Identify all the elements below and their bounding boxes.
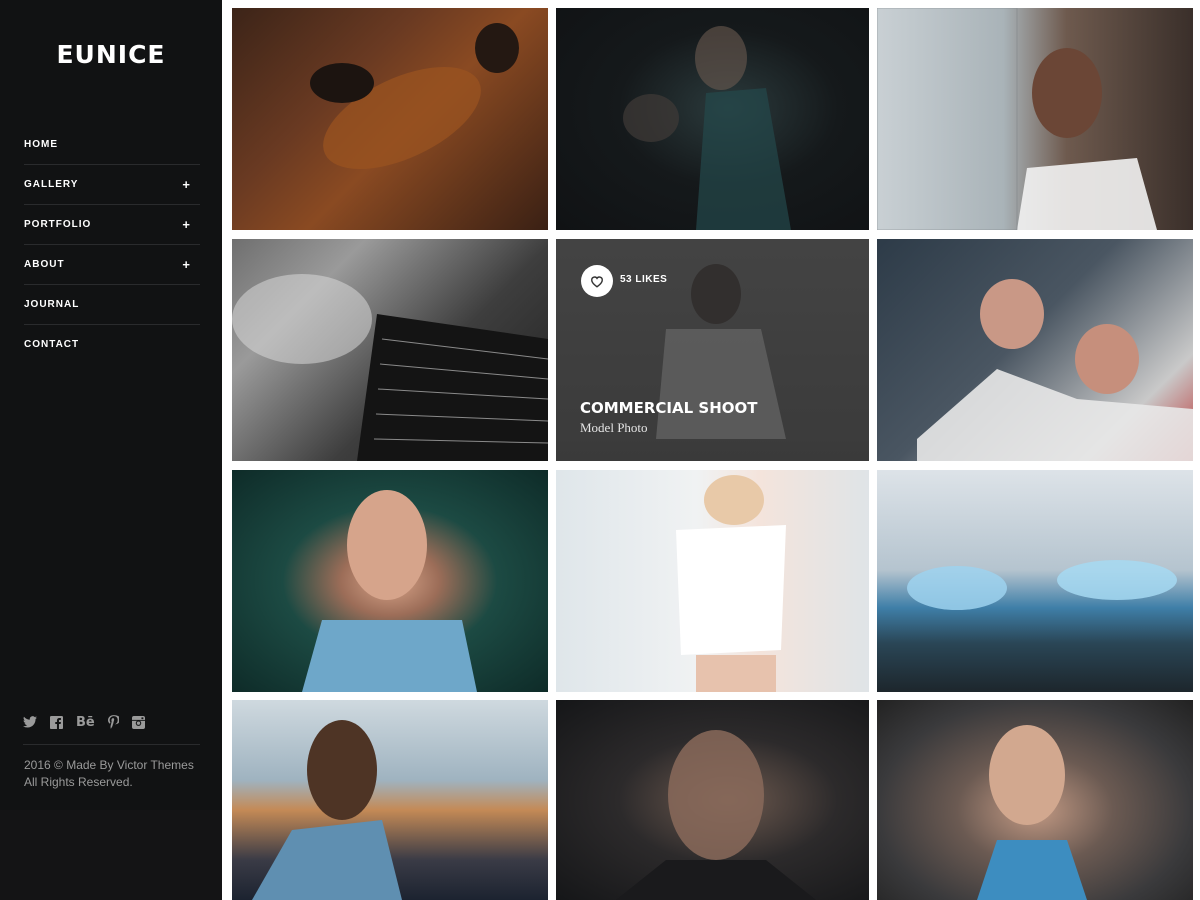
facebook-icon[interactable] [50,714,63,730]
photo-placeholder [232,274,548,461]
site-logo[interactable]: EUNICE [0,40,222,69]
like-button[interactable] [581,265,613,297]
gallery-item-leaves-portrait[interactable] [232,470,548,692]
gallery-item-category: Model Photo [580,420,648,435]
main-nav: HOME GALLERY + PORTFOLIO + ABOUT + JOURN… [24,125,200,364]
photo-placeholder [302,490,477,692]
gallery-item-bearded-man[interactable] [556,700,869,900]
photo-placeholder [616,730,816,900]
footer-copyright: 2016 © Made By Victor Themes All Rights … [24,757,214,791]
nav-item-journal[interactable]: JOURNAL [24,285,200,325]
nav-item-gallery[interactable]: GALLERY + [24,165,200,205]
instagram-icon[interactable] [131,714,145,730]
sidebar-footer-area [0,810,222,900]
footer-divider [23,744,200,745]
gallery-item-commercial-shoot[interactable]: 53 LIKES COMMERCIAL SHOOT Model Photo [556,239,869,461]
gallery-item-woman-with-hat[interactable] [232,8,548,230]
nav-item-about[interactable]: ABOUT + [24,245,200,285]
nav-item-label: ABOUT [24,259,65,270]
sidebar: EUNICE HOME GALLERY + PORTFOLIO + ABOUT … [0,0,222,900]
photo-placeholder [977,725,1087,900]
nav-item-contact[interactable]: CONTACT [24,325,200,364]
photo-placeholder [917,279,1193,461]
photo-placeholder [676,475,786,692]
likes-count: 53 LIKES [620,274,668,285]
gallery-item-boxer[interactable] [556,8,869,230]
expand-plus-icon[interactable]: + [182,257,190,272]
photo-placeholder [623,26,791,230]
photo-placeholder [907,560,1177,610]
gallery-item-white-shirt[interactable] [556,470,869,692]
nav-item-home[interactable]: HOME [24,125,200,165]
pinterest-icon[interactable] [107,714,119,730]
social-links: Bē [23,713,201,731]
nav-item-label: GALLERY [24,179,79,190]
gallery-item-building[interactable] [232,239,548,461]
heart-icon [591,275,603,288]
gallery-item-city-lights[interactable] [232,700,548,900]
expand-plus-icon[interactable]: + [182,217,190,232]
nav-item-label: HOME [24,139,58,150]
nav-item-label: PORTFOLIO [24,219,92,230]
gallery-item-overalls-portrait[interactable] [877,700,1193,900]
rights-line: All Rights Reserved. [24,775,133,789]
twitter-icon[interactable] [23,714,37,730]
behance-icon[interactable]: Bē [76,714,95,730]
behance-label: Bē [76,714,95,730]
gallery-item-friends[interactable] [877,239,1193,461]
photo-placeholder [310,23,519,170]
nav-item-portfolio[interactable]: PORTFOLIO + [24,205,200,245]
nav-item-label: JOURNAL [24,299,80,310]
gallery-item-ice-beach[interactable] [877,470,1193,692]
gallery-item-title[interactable]: COMMERCIAL SHOOT [580,399,757,417]
expand-plus-icon[interactable]: + [182,177,190,192]
gallery-item-fence-portrait[interactable] [877,8,1193,230]
photo-placeholder [877,8,1157,230]
copyright-line: 2016 © Made By Victor Themes [24,758,194,772]
nav-item-label: CONTACT [24,339,80,350]
photo-placeholder [252,720,402,900]
